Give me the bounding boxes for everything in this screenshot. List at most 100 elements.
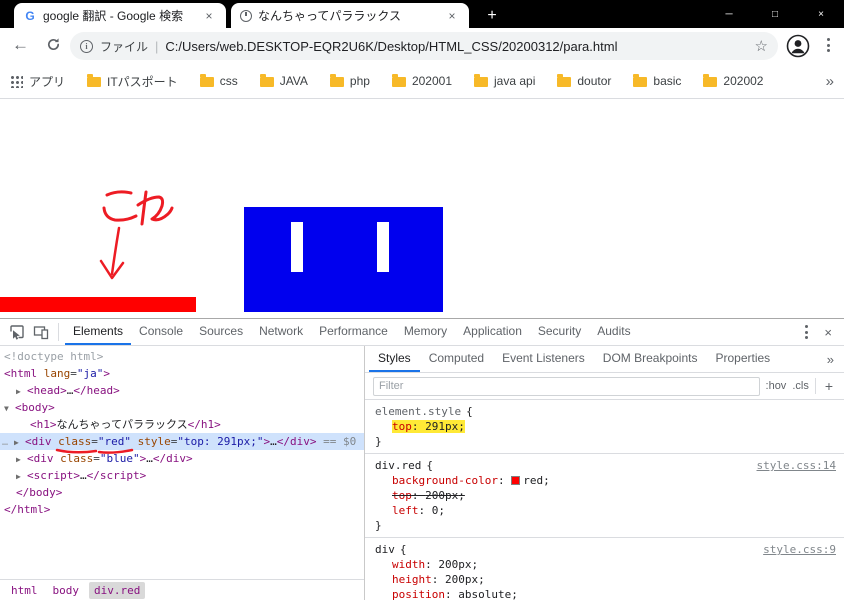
rule-selector-row: div {style.css:9	[375, 542, 836, 557]
devtools-tab[interactable]: Performance	[311, 319, 396, 345]
browser-tab-active[interactable]: なんちゃってパララックス ×	[231, 3, 469, 28]
address-bar[interactable]: i ファイル | C:/Users/web.DESKTOP-EQR2U6K/De…	[70, 32, 778, 60]
maximize-button[interactable]: □	[752, 0, 798, 28]
tab-close-icon[interactable]: ×	[444, 9, 460, 23]
page-white-stripe	[377, 222, 389, 272]
styles-filter-input[interactable]	[373, 376, 760, 396]
toolbar-separator	[58, 323, 59, 341]
chrome-menu-icon[interactable]	[827, 38, 830, 52]
property-name: background-color	[392, 474, 498, 487]
css-property[interactable]: width: 200px;	[375, 557, 836, 572]
tree-node[interactable]: </html>	[0, 501, 364, 518]
info-icon[interactable]: i	[80, 39, 93, 53]
tree-node[interactable]: <!doctype html>	[0, 348, 364, 365]
breadcrumb-item[interactable]: div.red	[89, 581, 146, 599]
devtools-tab[interactable]: Memory	[396, 319, 455, 345]
toggle-hover-state-button[interactable]: :hov	[766, 380, 787, 392]
devtools-menu-icon[interactable]	[805, 325, 809, 339]
filter-separator	[814, 378, 816, 394]
bookmark-label: ITパスポート	[107, 74, 178, 89]
code-token: ▶	[16, 387, 21, 396]
device-toolbar-icon[interactable]	[32, 323, 50, 341]
bookmark-folder[interactable]: JAVA	[259, 73, 308, 90]
code-token: ▶	[16, 472, 21, 481]
styles-filter-row: :hov .cls +	[365, 373, 844, 400]
inspect-element-icon[interactable]	[8, 323, 26, 341]
code-token: >	[103, 367, 110, 380]
devtools-right-controls: ×	[805, 325, 844, 340]
browser-tab-google-search[interactable]: G google 翻訳 - Google 検索 ×	[14, 3, 226, 28]
apps-shortcut[interactable]: アプリ	[10, 73, 65, 90]
toggle-class-button[interactable]: .cls	[792, 380, 809, 392]
css-property[interactable]: height: 200px;	[375, 572, 836, 587]
css-selector[interactable]: div.red	[375, 458, 421, 473]
css-property[interactable]: left: 0;	[375, 503, 836, 518]
minimize-button[interactable]: ─	[706, 0, 752, 28]
devtools-tab[interactable]: Console	[131, 319, 191, 345]
reload-button[interactable]	[46, 37, 61, 57]
css-property[interactable]: top: 200px;	[375, 488, 836, 503]
css-property[interactable]: top: 291px;	[375, 419, 836, 434]
back-button[interactable]: ←	[12, 35, 29, 55]
stylesheet-link[interactable]: style.css:9	[763, 542, 836, 557]
bookmark-label: JAVA	[279, 74, 308, 88]
css-selector[interactable]: element.style	[375, 404, 461, 419]
bookmark-folder[interactable]: php	[329, 73, 370, 90]
tree-node[interactable]: ▶ <div class="blue">…</div>	[0, 450, 364, 467]
breadcrumb-item[interactable]: html	[6, 582, 43, 599]
tree-node[interactable]: ▶ <head>…</head>	[0, 382, 364, 399]
tab-strip: G google 翻訳 - Google 検索 × なんちゃってパララックス ×…	[0, 0, 844, 28]
breadcrumb-item[interactable]: body	[48, 582, 85, 599]
styles-tab[interactable]: Properties	[706, 346, 779, 372]
styles-tab[interactable]: Computed	[420, 346, 493, 372]
devtools-tab[interactable]: Elements	[65, 319, 132, 345]
new-tab-button[interactable]: +	[478, 3, 506, 28]
colon: :	[411, 420, 426, 433]
styles-tab[interactable]: Styles	[369, 346, 420, 372]
css-property[interactable]: background-color: red;	[375, 473, 836, 488]
tree-node[interactable]: ▼ <body>	[0, 399, 364, 416]
devtools-tab[interactable]: Network	[251, 319, 311, 345]
tree-node[interactable]: <h1>なんちゃってパララックス</h1>	[0, 416, 364, 433]
close-window-button[interactable]: ×	[798, 0, 844, 28]
bookmark-folder[interactable]: 202001	[391, 73, 452, 90]
stylesheet-link[interactable]: style.css:14	[757, 458, 836, 473]
code-token: =	[70, 367, 77, 380]
devtools-tab[interactable]: Security	[530, 319, 589, 345]
tree-node[interactable]: … ▶ <div class="red" style="top: 291px;">……	[0, 433, 364, 450]
bookmark-folder[interactable]: basic	[633, 73, 681, 90]
url-text[interactable]: C:/Users/web.DESKTOP-EQR2U6K/Desktop/HTM…	[165, 39, 747, 54]
styles-tabs-overflow-icon[interactable]: »	[827, 352, 844, 367]
css-properties: top: 291px;	[375, 419, 836, 434]
code-token: =	[93, 452, 100, 465]
tree-node-code: … ▶ <div class="red" style="top: 291px;">……	[2, 435, 356, 448]
devtools-tab[interactable]: Application	[455, 319, 530, 345]
profile-avatar[interactable]	[786, 34, 810, 58]
bookmark-folder[interactable]: doutor	[557, 73, 611, 90]
styles-tab[interactable]: Event Listeners	[493, 346, 594, 372]
tree-node[interactable]: ▶ <script>…</script>	[0, 467, 364, 484]
devtools-close-icon[interactable]: ×	[824, 325, 832, 340]
bookmark-folder[interactable]: ITパスポート	[87, 73, 178, 90]
tree-node[interactable]: </body>	[0, 484, 364, 501]
color-swatch[interactable]	[511, 476, 521, 485]
css-selector[interactable]: div	[375, 542, 395, 557]
new-style-rule-button[interactable]: +	[822, 378, 836, 394]
devtools-tab[interactable]: Sources	[191, 319, 251, 345]
bookmark-label: 202002	[723, 74, 764, 88]
tree-node-code: <html lang="ja">	[4, 367, 110, 380]
semicolon: ;	[438, 504, 445, 517]
devtools-tab[interactable]: Audits	[589, 319, 638, 345]
bookmarks-overflow-icon[interactable]: »	[826, 73, 834, 90]
tab-title: google 翻訳 - Google 検索	[43, 9, 184, 23]
tab-close-icon[interactable]: ×	[201, 9, 217, 23]
window-controls: ─ □ ×	[706, 0, 844, 28]
styles-tabs-list: Styles Computed Event Listeners DOM Breakpo…	[369, 346, 779, 372]
styles-tab[interactable]: DOM Breakpoints	[594, 346, 707, 372]
bookmark-folder[interactable]: java api	[474, 73, 535, 90]
tree-node[interactable]: <html lang="ja">	[0, 365, 364, 382]
bookmark-folder[interactable]: 202002	[703, 73, 763, 90]
bookmark-folder[interactable]: css	[199, 73, 238, 90]
folder-icon	[557, 74, 572, 87]
bookmark-star-icon[interactable]: ☆	[755, 37, 768, 55]
